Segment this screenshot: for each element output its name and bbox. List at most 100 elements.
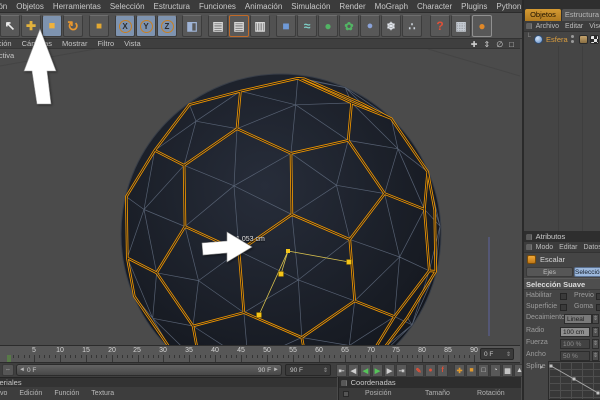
axis-y-lock-icon[interactable]: Y [136, 15, 156, 37]
viewport-zoom-icon[interactable]: ⇕ [483, 40, 490, 49]
menubar-item[interactable]: Python [496, 2, 521, 11]
tab-seleccion[interactable]: Selección [574, 267, 600, 277]
gizmo-handle[interactable] [346, 259, 352, 265]
key-pla-button[interactable]: ▦ [502, 364, 513, 377]
panel-menu-icon[interactable]: ▤ [526, 22, 533, 30]
attributes-menu-item[interactable]: Modo [536, 244, 554, 251]
object-manager-menu-item[interactable]: Visor [589, 23, 600, 30]
goma-checkbox[interactable] [596, 304, 600, 311]
preview-range-slider[interactable]: ◄ 0 F 90 F ► [16, 364, 282, 376]
coordinates-lock-checkbox[interactable] [343, 391, 349, 397]
menubar-item[interactable]: Animación [245, 2, 282, 11]
next-key-button[interactable]: ▶ [384, 364, 395, 377]
ancho-field[interactable]: 50 % [560, 351, 590, 361]
object-manager-menu-item[interactable]: Editar [565, 23, 583, 30]
habilitar-checkbox[interactable] [560, 293, 567, 300]
viewport-menu-item[interactable]: Mostrar [62, 39, 87, 48]
gizmo-handle[interactable] [278, 271, 284, 277]
content-browser-icon[interactable]: ▦ [451, 15, 471, 37]
materials-menu-item-archivo[interactable]: Archivo [0, 390, 7, 397]
add-scene-icon[interactable]: ❄ [381, 15, 401, 37]
previo-checkbox[interactable] [596, 293, 600, 300]
render-visibility-dot[interactable] [571, 40, 574, 43]
key-position-button[interactable]: ✚ [454, 364, 465, 377]
menubar-item[interactable]: Character [417, 2, 452, 11]
viewport-toggle-icon[interactable]: □ [509, 40, 514, 49]
key-parameter-button[interactable]: ◔ [490, 364, 501, 377]
menubar-item[interactable]: Selección [110, 2, 145, 11]
axis-z-lock-icon[interactable]: Z [157, 15, 177, 37]
move-tool-icon[interactable]: ✚ [21, 15, 41, 37]
add-modeling-icon[interactable]: ✿ [339, 15, 359, 37]
tab-ejes-modelando[interactable]: Ejes Modelando [526, 267, 573, 277]
menubar-item[interactable]: Objetos [16, 2, 44, 11]
gizmo-handle[interactable] [256, 312, 262, 318]
timeline-ruler[interactable]: 5 10 15 20 25 30 35 40 45 50 55 60 65 70 75 80 85 90 0 F … [0, 345, 520, 362]
key-scale-button[interactable]: ■ [466, 364, 477, 377]
gizmo-center-handle[interactable] [286, 249, 290, 253]
materials-menu-item[interactable]: Función [54, 390, 79, 397]
phong-tag-icon[interactable] [579, 35, 588, 44]
object-manager-menu-item[interactable]: Archivo [536, 23, 559, 30]
scale-tool-icon[interactable]: ■ [42, 15, 62, 37]
previous-key-button[interactable]: ◀ [348, 364, 359, 377]
help-icon[interactable]: ? [430, 15, 450, 37]
menubar-item[interactable]: Herramientas [53, 2, 101, 11]
viewport-rotate-icon[interactable]: ∅ [496, 40, 503, 49]
add-particles-icon[interactable]: ∴ [402, 15, 422, 37]
attributes-menu-item[interactable]: Editar [559, 244, 577, 251]
spinner-icon[interactable]: ⇕ [592, 351, 599, 361]
view-label[interactable]: Perspectiva [0, 51, 14, 60]
spinner-icon[interactable]: ⇕ [592, 339, 599, 349]
menubar-item[interactable]: Render [339, 2, 365, 11]
menubar-item-edicion[interactable]: Edición [0, 2, 7, 11]
spline-falloff-graph[interactable] [548, 361, 600, 400]
current-frame-field[interactable]: 90 F ⇕ [285, 364, 331, 376]
tab-estructura[interactable]: Estructura [562, 9, 600, 21]
play-forward-button[interactable]: ▶ [372, 364, 383, 377]
spinner-icon[interactable]: ⇕ [323, 367, 328, 374]
section-seleccion-suave[interactable]: Selección Suave [524, 278, 600, 290]
tab-objetos[interactable]: Objetos [525, 9, 561, 21]
axis-x-lock-icon[interactable]: X [115, 15, 135, 37]
fuerza-field[interactable]: 100 % [560, 339, 590, 349]
viewport-menu-item-edicion[interactable]: Edición [0, 39, 12, 48]
goto-start-button[interactable]: ⇤ [336, 364, 347, 377]
menubar-item[interactable]: Estructura [154, 2, 190, 11]
viewport-menu-item[interactable]: Filtro [97, 39, 114, 48]
expander-icon[interactable]: ▸ [540, 363, 544, 371]
record-keyframe-button[interactable]: ✎ [413, 364, 424, 377]
range-right-arrow-icon[interactable]: ► [273, 367, 279, 373]
object-name-esfera[interactable]: Esfera [546, 35, 568, 44]
materials-menu-item[interactable]: Edición [19, 390, 42, 397]
menubar-item[interactable]: MoGraph [375, 2, 408, 11]
material-ball-icon[interactable]: ● [472, 15, 492, 37]
menubar-item[interactable]: Simulación [291, 2, 330, 11]
range-mode-button[interactable]: ⇔ [2, 364, 14, 376]
add-cube-icon[interactable]: ■ [276, 15, 296, 37]
menubar-item[interactable]: Funciones [199, 2, 236, 11]
key-rotation-button[interactable]: □ [478, 364, 489, 377]
texture-tag-icon[interactable] [590, 35, 599, 44]
spinner-icon[interactable]: ⇕ [592, 327, 599, 337]
add-generator-icon[interactable]: ● [318, 15, 338, 37]
viewport-menu-item[interactable]: Cámaras [22, 39, 52, 48]
superficie-checkbox[interactable] [560, 304, 567, 311]
render-settings-icon[interactable]: ▥ [250, 15, 270, 37]
rotate-tool-icon[interactable]: ↻ [63, 15, 83, 37]
panel-menu-icon[interactable]: ▤ [526, 243, 533, 251]
materials-menu-item[interactable]: Textura [91, 390, 114, 397]
live-selection-icon[interactable]: ↖ [0, 15, 20, 37]
last-tool-icon[interactable]: ■ [89, 15, 109, 37]
sphere-object-icon[interactable] [534, 35, 543, 44]
menubar-item[interactable]: Plugins [461, 2, 487, 11]
spinner-icon[interactable]: ⇕ [592, 314, 599, 324]
render-picture-viewer-icon[interactable]: ▤ [229, 15, 249, 37]
editor-visibility-dot[interactable] [571, 35, 574, 38]
range-left-arrow-icon[interactable]: ◄ [19, 367, 25, 373]
viewport-menu-item[interactable]: Vista [124, 39, 141, 48]
render-view-icon[interactable]: ▤ [208, 15, 228, 37]
decaimiento-dropdown[interactable]: Lineal [564, 314, 592, 324]
panel-menu-icon[interactable]: ▤ [526, 233, 533, 241]
add-deformer-icon[interactable]: ● [360, 15, 380, 37]
